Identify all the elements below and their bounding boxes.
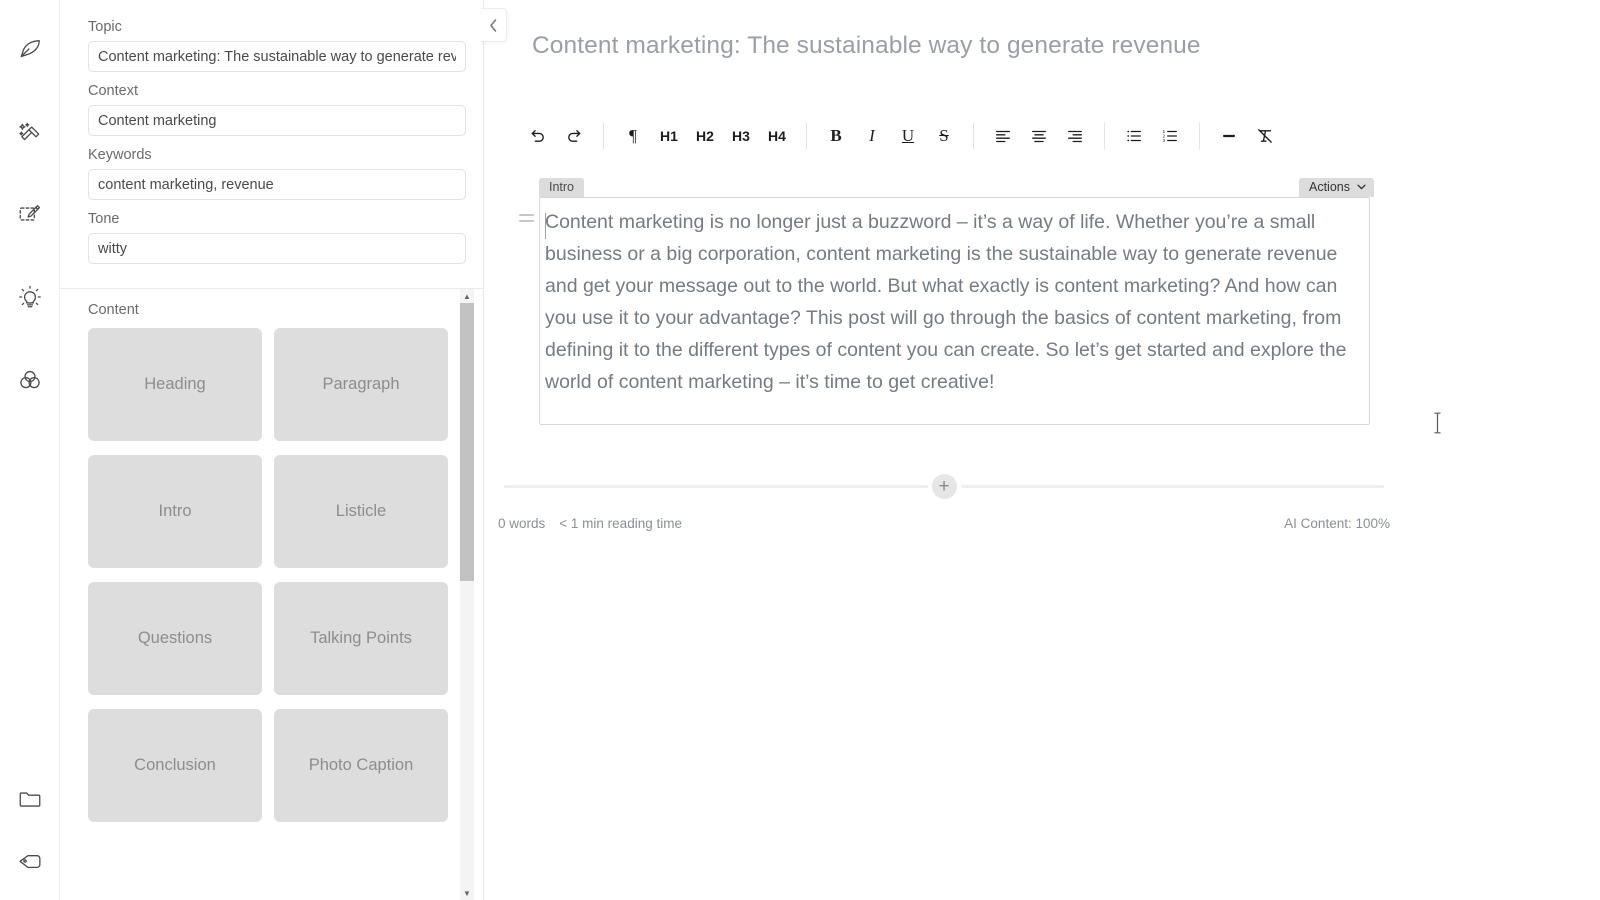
context-input[interactable] — [88, 105, 466, 136]
block-actions-dropdown[interactable]: Actions — [1299, 178, 1374, 197]
scroll-down-icon[interactable]: ▼ — [460, 886, 474, 900]
status-left-group: 0 words < 1 min reading time — [498, 516, 682, 531]
editor-statusbar: 0 words < 1 min reading time AI Content:… — [498, 516, 1390, 531]
content-blocks-section: Content Heading Paragraph Intro Listicle Que… — [60, 289, 483, 900]
document-title[interactable]: Content marketing: The sustainable way t… — [532, 32, 1201, 60]
clear-format-icon[interactable] — [1250, 121, 1280, 151]
field-topic: Topic — [88, 18, 466, 72]
context-label: Context — [88, 83, 138, 99]
content-blocks-grid: Heading Paragraph Intro Listicle Questions Ta… — [88, 328, 448, 822]
undo-icon[interactable] — [523, 121, 553, 151]
scroll-up-icon[interactable]: ▲ — [460, 289, 474, 303]
heading-4-button[interactable]: H4 — [762, 121, 792, 151]
block-type-tag: Intro — [539, 178, 585, 197]
tag-icon[interactable] — [14, 845, 46, 877]
block-actions-label: Actions — [1309, 180, 1350, 194]
tone-label: Tone — [88, 211, 120, 227]
ai-content-percentage: AI Content: 100% — [1284, 516, 1390, 531]
content-block-card[interactable]: Listicle — [274, 455, 448, 568]
editor-toolbar: ¶ H1 H2 H3 H4 B I U S 1 2 3 — [520, 120, 1283, 152]
magic-wand-icon[interactable] — [14, 117, 46, 149]
add-block-line-right — [960, 484, 1384, 488]
block-body: Content marketing is no longer just a bu… — [514, 197, 1374, 425]
app-root: Topic Context Keywords Tone Content Head… — [0, 0, 1600, 900]
sidebar-panel: Topic Context Keywords Tone Content Head… — [60, 0, 484, 900]
content-block-card[interactable]: Heading — [88, 328, 262, 441]
blocks-scrollbar[interactable]: ▲ ▼ — [460, 289, 474, 900]
toolbar-separator — [603, 123, 604, 149]
editor-area: Content marketing: The sustainable way t… — [484, 0, 1600, 900]
content-block-card[interactable]: Intro — [88, 455, 262, 568]
content-block: Intro Actions Content marketing is no lo… — [514, 178, 1374, 425]
topic-input[interactable] — [88, 41, 466, 72]
block-header: Intro Actions — [539, 178, 1374, 197]
content-block-card[interactable]: Talking Points — [274, 582, 448, 695]
toolbar-separator — [806, 123, 807, 149]
lightbulb-icon[interactable] — [14, 281, 46, 313]
content-block-card[interactable]: Photo Caption — [274, 709, 448, 822]
icon-rail — [0, 0, 60, 900]
mouse-text-cursor — [1433, 412, 1442, 434]
prompt-form: Topic Context Keywords Tone — [60, 0, 483, 278]
text-caret — [545, 213, 546, 239]
word-count: 0 words — [498, 516, 546, 531]
toolbar-separator — [1104, 123, 1105, 149]
content-blocks-title: Content — [88, 302, 139, 318]
block-text-editor[interactable]: Content marketing is no longer just a bu… — [539, 197, 1370, 425]
field-tone: Tone — [88, 210, 466, 264]
underline-button[interactable]: U — [893, 121, 923, 151]
edit-box-icon[interactable] — [14, 198, 46, 230]
keywords-label: Keywords — [88, 147, 152, 163]
content-block-card[interactable]: Paragraph — [274, 328, 448, 441]
venn-diagram-icon[interactable] — [14, 364, 46, 396]
align-left-icon[interactable] — [988, 121, 1018, 151]
content-block-card[interactable]: Conclusion — [88, 709, 262, 822]
content-block-card[interactable]: Questions — [88, 582, 262, 695]
horizontal-rule-icon[interactable] — [1214, 121, 1244, 151]
block-drag-handle[interactable] — [514, 197, 539, 222]
add-block-line-left — [504, 484, 928, 488]
field-context: Context — [88, 82, 466, 136]
add-block-button[interactable]: + — [931, 473, 957, 499]
chevron-down-icon — [1357, 184, 1366, 190]
toolbar-separator — [1199, 123, 1200, 149]
reading-time: < 1 min reading time — [559, 516, 682, 531]
svg-text:3: 3 — [1162, 138, 1165, 144]
tone-input[interactable] — [88, 233, 466, 264]
feather-icon[interactable] — [14, 34, 46, 66]
keywords-input[interactable] — [88, 169, 466, 200]
topic-label: Topic — [88, 19, 122, 35]
heading-2-button[interactable]: H2 — [690, 121, 720, 151]
italic-button[interactable]: I — [857, 121, 887, 151]
redo-icon[interactable] — [559, 121, 589, 151]
bold-button[interactable]: B — [821, 121, 851, 151]
folder-icon[interactable] — [14, 783, 46, 815]
paragraph-icon[interactable]: ¶ — [618, 121, 648, 151]
numbered-list-icon[interactable]: 123 — [1155, 121, 1185, 151]
field-keywords: Keywords — [88, 146, 466, 200]
align-right-icon[interactable] — [1060, 121, 1090, 151]
heading-3-button[interactable]: H3 — [726, 121, 756, 151]
strikethrough-button[interactable]: S — [929, 121, 959, 151]
collapse-sidebar-button[interactable] — [481, 8, 507, 42]
align-center-icon[interactable] — [1024, 121, 1054, 151]
scrollbar-thumb[interactable] — [460, 303, 474, 581]
chevron-left-icon — [490, 18, 497, 32]
bullet-list-icon[interactable] — [1119, 121, 1149, 151]
heading-1-button[interactable]: H1 — [654, 121, 684, 151]
toolbar-separator — [973, 123, 974, 149]
add-block-row: + — [504, 470, 1384, 502]
